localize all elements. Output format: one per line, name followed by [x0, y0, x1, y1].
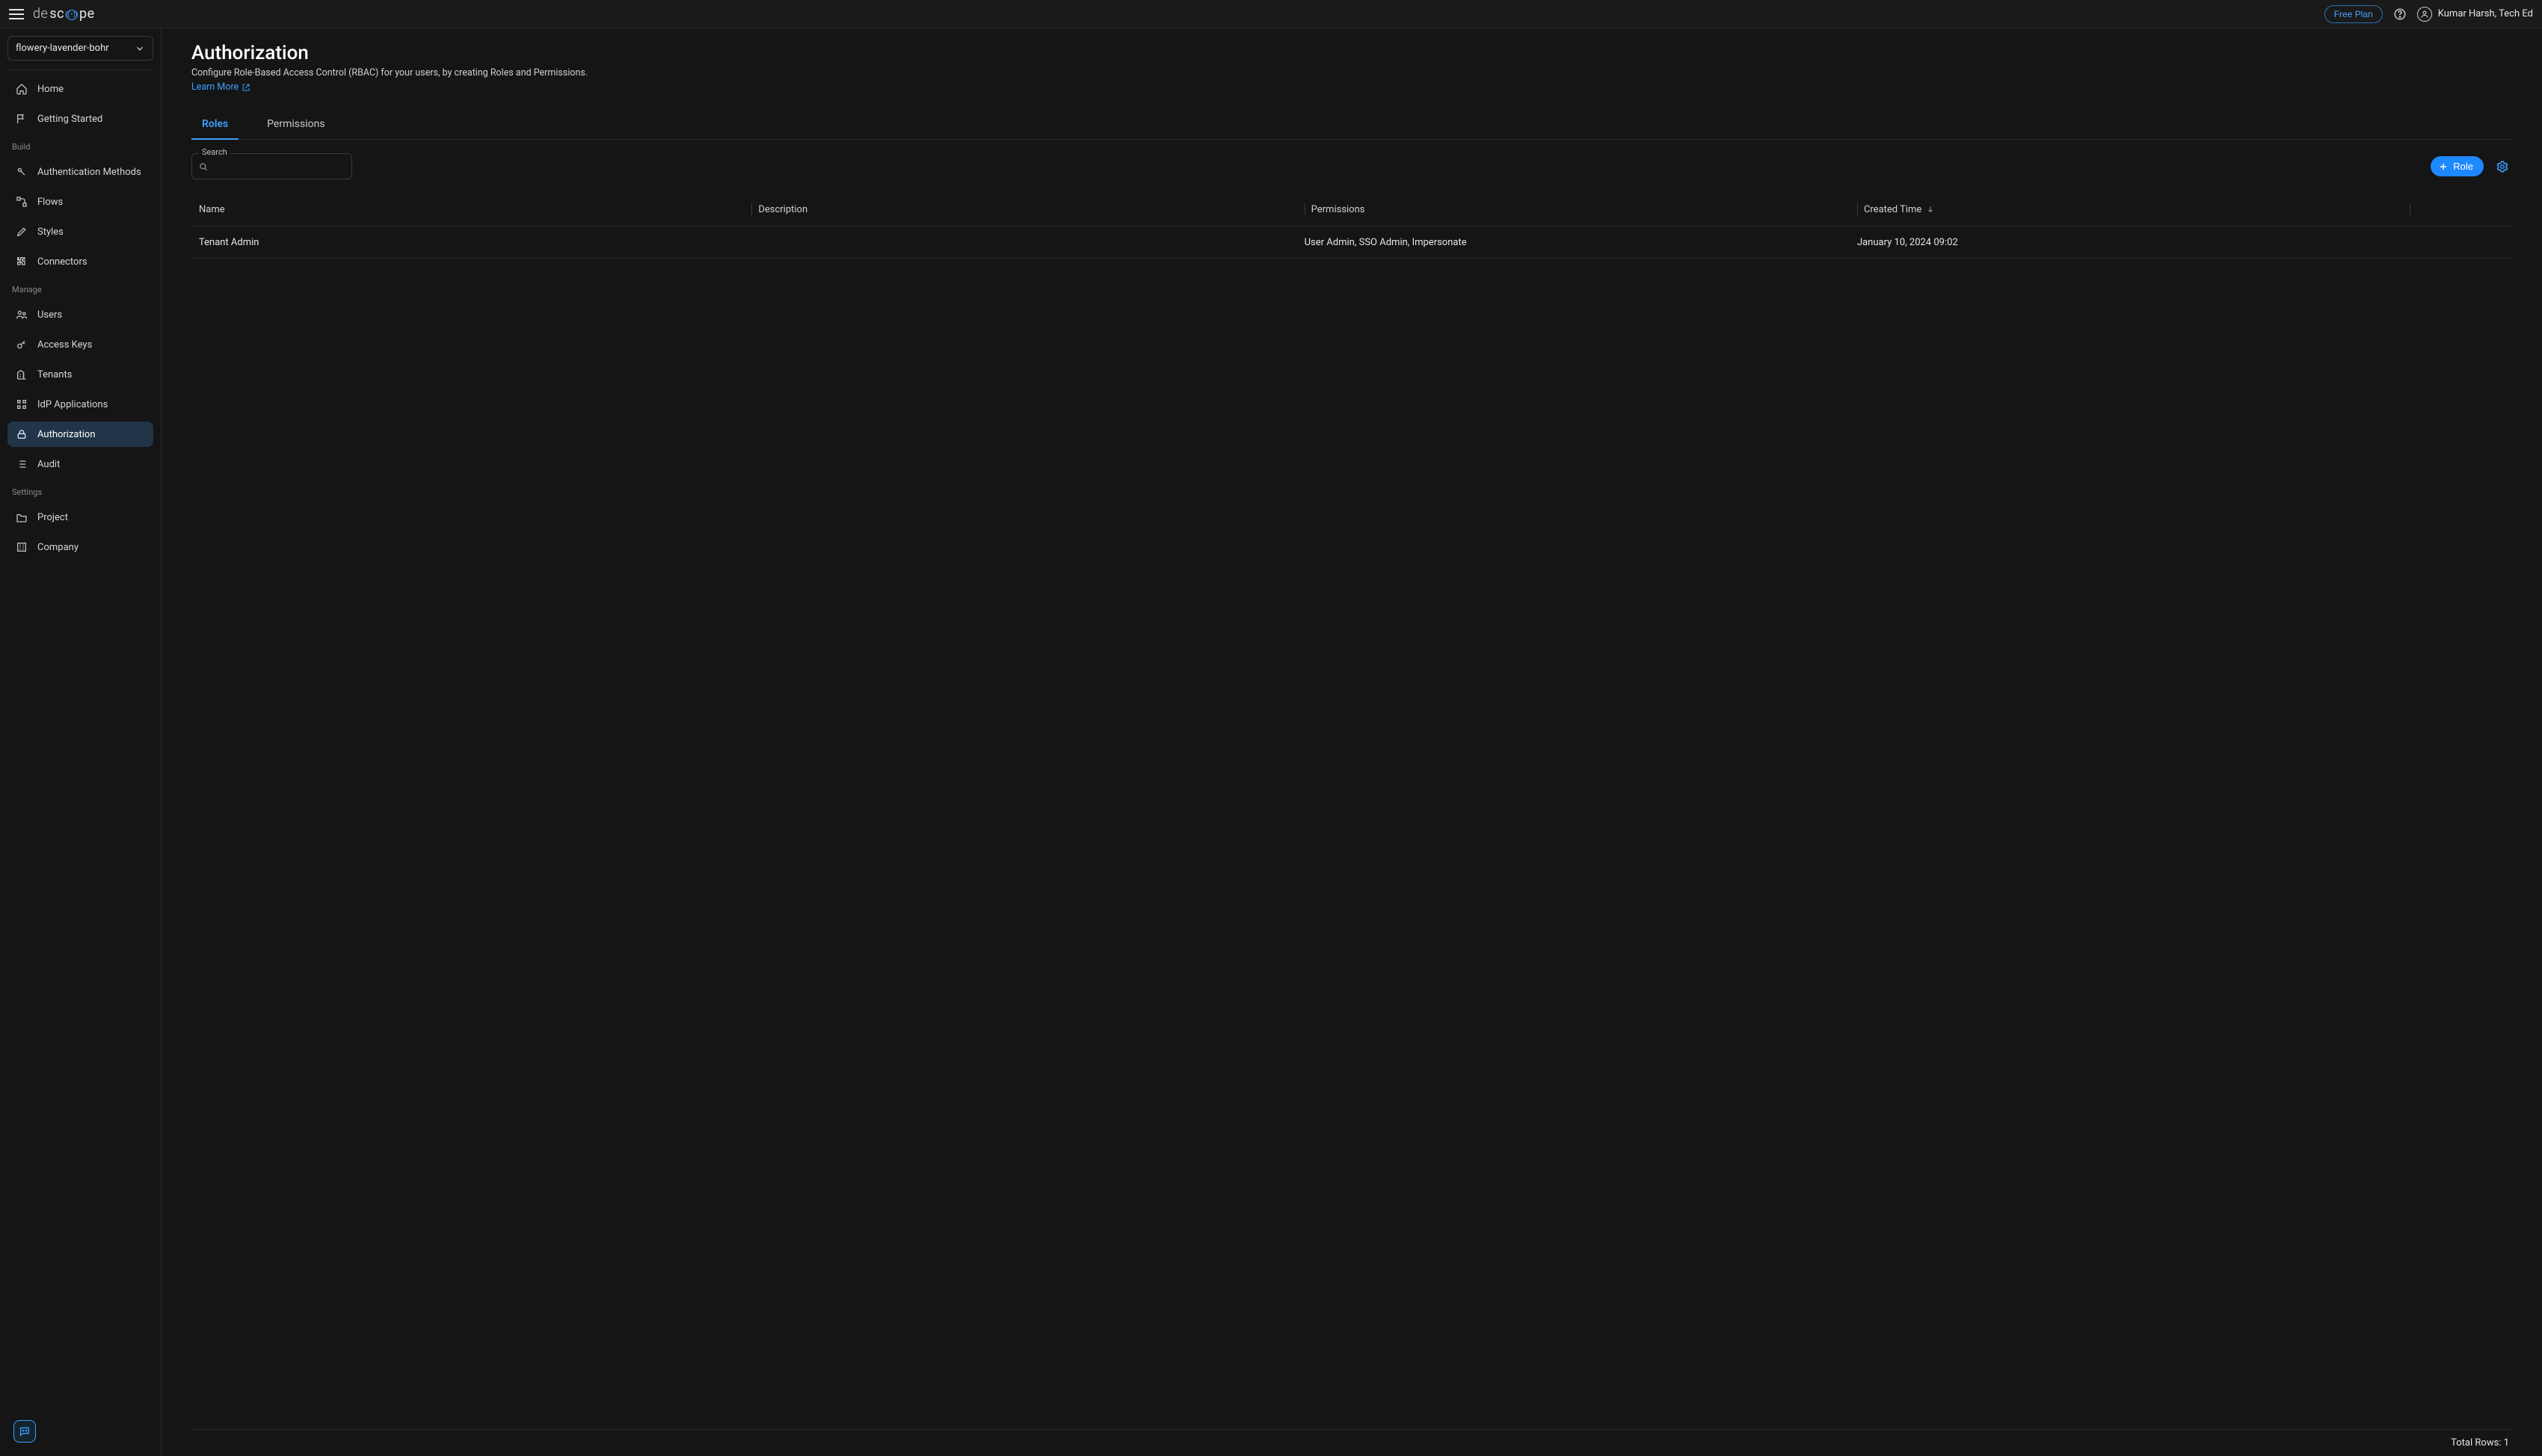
key-icon: [15, 338, 28, 351]
user-menu[interactable]: Kumar Harsh, Tech Ed: [2417, 7, 2533, 22]
company-icon: [15, 540, 28, 554]
search-input[interactable]: [191, 153, 352, 179]
roles-table: Name Description Permissions Created Tim…: [191, 193, 2512, 259]
sidebar-group-title: Settings: [7, 481, 153, 500]
brush-icon: [15, 225, 28, 238]
free-plan-button[interactable]: Free Plan: [2324, 5, 2383, 23]
table-footer: Total Rows: 1: [191, 1430, 2512, 1449]
sidebar-group-title: Manage: [7, 279, 153, 297]
auth-icon: [15, 165, 28, 179]
chat-support-button[interactable]: [13, 1420, 36, 1443]
sidebar-item-idp-applications[interactable]: IdP Applications: [7, 392, 153, 417]
learn-more-label: Learn More: [191, 81, 238, 93]
flag-icon: [15, 112, 28, 126]
sidebar-item-label: Tenants: [37, 369, 72, 380]
project-selector[interactable]: flowery-lavender-bohr: [7, 36, 153, 61]
sidebar-item-authorization[interactable]: Authorization: [7, 422, 153, 447]
sidebar-item-access-keys[interactable]: Access Keys: [7, 332, 153, 357]
sidebar-item-audit[interactable]: Audit: [7, 451, 153, 477]
search-icon: [198, 161, 209, 172]
sidebar-item-label: Audit: [37, 459, 60, 470]
sidebar-item-label: Project: [37, 512, 68, 523]
learn-more-link[interactable]: Learn More: [191, 81, 2512, 93]
sidebar-item-label: Company: [37, 542, 79, 553]
cell-permissions: User Admin, SSO Admin, Impersonate: [1305, 237, 1857, 248]
column-name[interactable]: Name: [199, 204, 225, 215]
lock-icon: [15, 428, 28, 441]
users-icon: [15, 308, 28, 321]
column-created-time[interactable]: Created Time: [1864, 204, 1935, 215]
sidebar: flowery-lavender-bohr Home Getting Start…: [0, 28, 161, 1456]
user-name-label: Kumar Harsh, Tech Ed: [2438, 8, 2533, 19]
help-icon[interactable]: [2392, 6, 2408, 22]
sidebar-item-tenants[interactable]: Tenants: [7, 362, 153, 387]
search-field: Search: [191, 153, 352, 179]
page-subtitle: Configure Role-Based Access Control (RBA…: [191, 67, 2512, 78]
sidebar-item-label: Home: [37, 84, 64, 95]
sidebar-item-project[interactable]: Project: [7, 505, 153, 530]
cell-created: January 10, 2024 09:02: [1857, 237, 2410, 248]
menu-toggle-icon[interactable]: [9, 7, 24, 22]
brand-text: de: [33, 6, 48, 22]
external-link-icon: [241, 83, 250, 92]
apps-icon: [15, 398, 28, 411]
sidebar-item-users[interactable]: Users: [7, 302, 153, 327]
page-title: Authorization: [191, 42, 2512, 64]
tab-roles[interactable]: Roles: [191, 111, 238, 139]
sidebar-item-label: Authentication Methods: [37, 167, 141, 178]
column-description[interactable]: Description: [758, 204, 807, 215]
sidebar-item-company[interactable]: Company: [7, 534, 153, 560]
home-icon: [15, 82, 28, 96]
list-icon: [15, 457, 28, 471]
main-content: Authorization Configure Role-Based Acces…: [161, 28, 2542, 1456]
sidebar-item-label: IdP Applications: [37, 399, 108, 410]
project-name: flowery-lavender-bohr: [16, 43, 109, 54]
plus-icon: [2438, 161, 2449, 172]
sidebar-item-connectors[interactable]: Connectors: [7, 249, 153, 274]
sidebar-item-label: Styles: [37, 226, 64, 238]
top-bar: de sc ((•)) pe Free Plan Kumar Harsh, Te…: [0, 0, 2542, 28]
cell-name: Tenant Admin: [199, 237, 751, 248]
table-settings-button[interactable]: [2493, 157, 2512, 176]
sidebar-item-auth-methods[interactable]: Authentication Methods: [7, 159, 153, 185]
sidebar-item-home[interactable]: Home: [7, 76, 153, 102]
brand-logo[interactable]: de sc ((•)) pe: [33, 6, 95, 22]
sidebar-item-label: Access Keys: [37, 339, 92, 351]
building-icon: [15, 368, 28, 381]
sidebar-item-label: Users: [37, 309, 62, 321]
sidebar-item-getting-started[interactable]: Getting Started: [7, 106, 153, 132]
sidebar-item-label: Authorization: [37, 429, 96, 440]
add-role-button[interactable]: Role: [2431, 156, 2484, 176]
folder-icon: [15, 510, 28, 524]
chevron-down-icon: [135, 43, 145, 54]
flows-icon: [15, 195, 28, 209]
avatar-icon: [2417, 7, 2432, 22]
total-rows-value: 1: [2504, 1437, 2509, 1449]
column-permissions[interactable]: Permissions: [1311, 204, 1365, 215]
sidebar-item-label: Connectors: [37, 256, 87, 268]
puzzle-icon: [15, 255, 28, 268]
tabs: Roles Permissions: [191, 111, 2512, 140]
sidebar-item-styles[interactable]: Styles: [7, 219, 153, 244]
sidebar-item-flows[interactable]: Flows: [7, 189, 153, 215]
total-rows-label: Total Rows:: [2451, 1437, 2501, 1449]
sidebar-group-title: Build: [7, 136, 153, 155]
add-role-label: Role: [2453, 161, 2473, 172]
table-header: Name Description Permissions Created Tim…: [191, 193, 2512, 226]
sidebar-item-label: Flows: [37, 197, 63, 208]
brand-text: sc: [49, 6, 64, 22]
tab-permissions[interactable]: Permissions: [256, 111, 335, 139]
table-row[interactable]: Tenant Admin User Admin, SSO Admin, Impe…: [191, 226, 2512, 258]
brand-bubble-icon: ((•)): [67, 10, 77, 20]
sort-desc-icon: [1926, 205, 1935, 214]
brand-text: pe: [79, 6, 95, 22]
search-label: Search: [199, 147, 230, 157]
sidebar-item-label: Getting Started: [37, 114, 102, 125]
